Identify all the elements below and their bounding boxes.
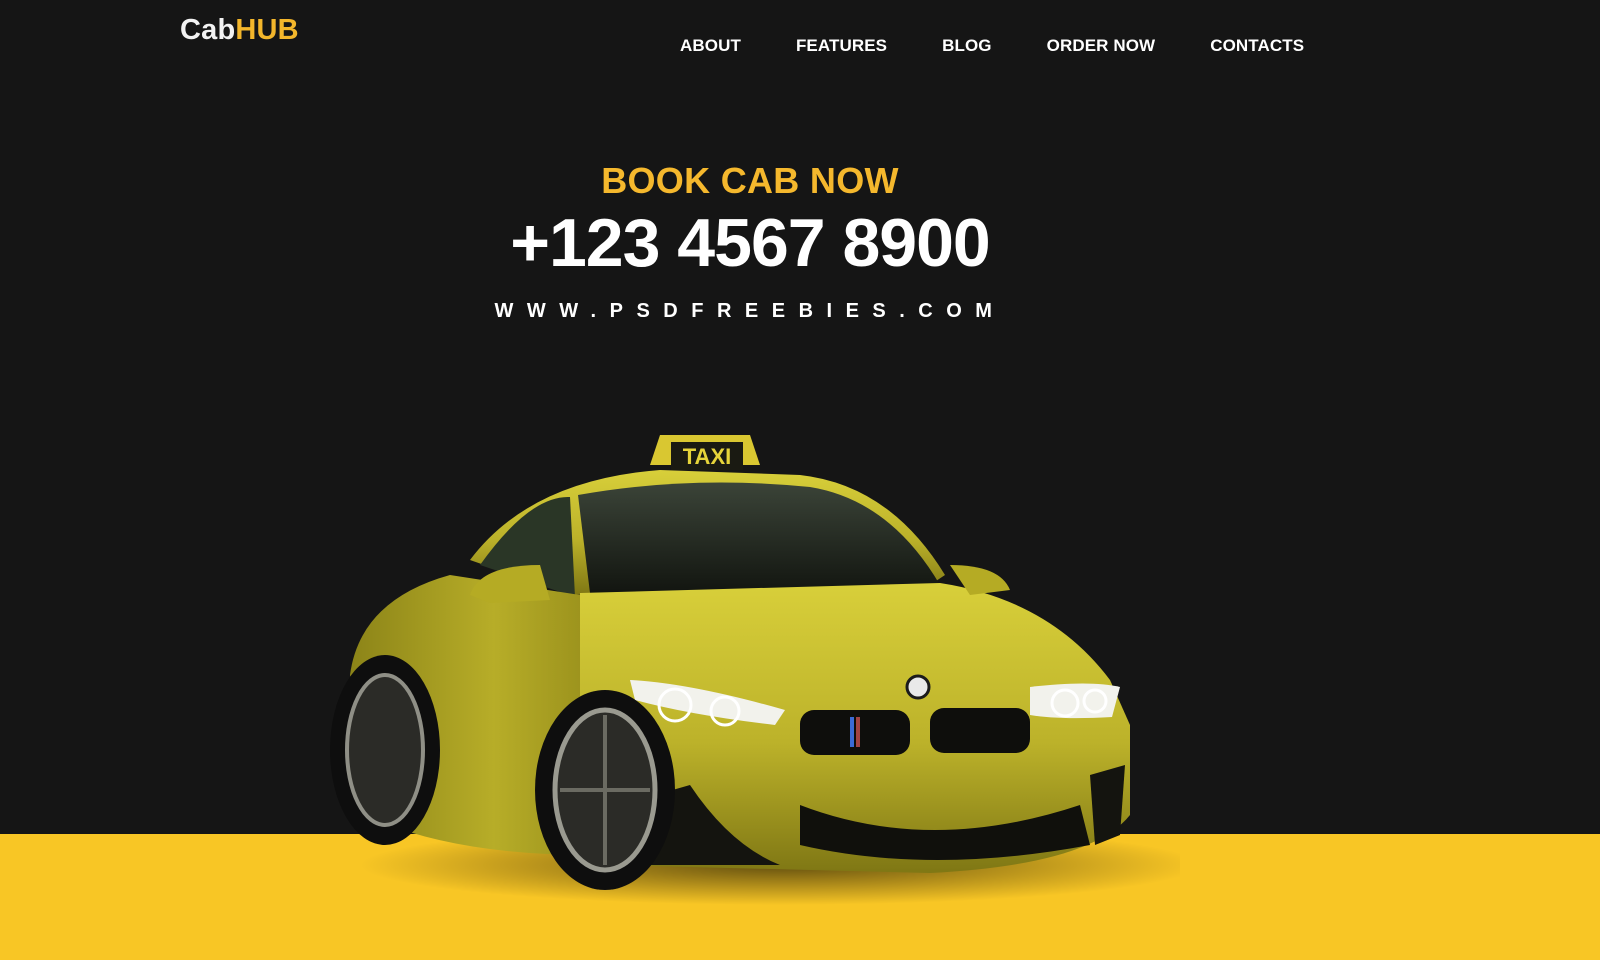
brand-logo-part2: HUB (235, 14, 299, 46)
hero-phone-number[interactable]: +123 4567 8900 (0, 204, 1500, 282)
brand-logo-part1: Cab (180, 14, 236, 46)
rear-wheel (330, 655, 440, 845)
brand-logo[interactable]: CabHUB (180, 14, 299, 47)
hero-kicker: BOOK CAB NOW (601, 160, 899, 201)
hero-website-url[interactable]: WWW.PSDFREEBIES.COM (0, 300, 1500, 323)
front-wheel (535, 690, 675, 890)
taxi-car-image: TAXI (330, 435, 1180, 905)
landing-page: CabHUB ABOUT FEATURES BLOG ORDER NOW CON… (0, 0, 1600, 960)
nav-features[interactable]: FEATURES (796, 36, 887, 56)
nav-about[interactable]: ABOUT (680, 36, 741, 56)
nav-order-now[interactable]: ORDER NOW (1047, 36, 1156, 56)
nav-blog[interactable]: BLOG (942, 36, 992, 56)
main-nav: ABOUT FEATURES BLOG ORDER NOW CONTACTS (680, 36, 1304, 56)
taxi-roof-sign: TAXI (650, 435, 760, 470)
taxi-sign-label: TAXI (683, 444, 731, 469)
nav-contacts[interactable]: CONTACTS (1210, 36, 1304, 56)
